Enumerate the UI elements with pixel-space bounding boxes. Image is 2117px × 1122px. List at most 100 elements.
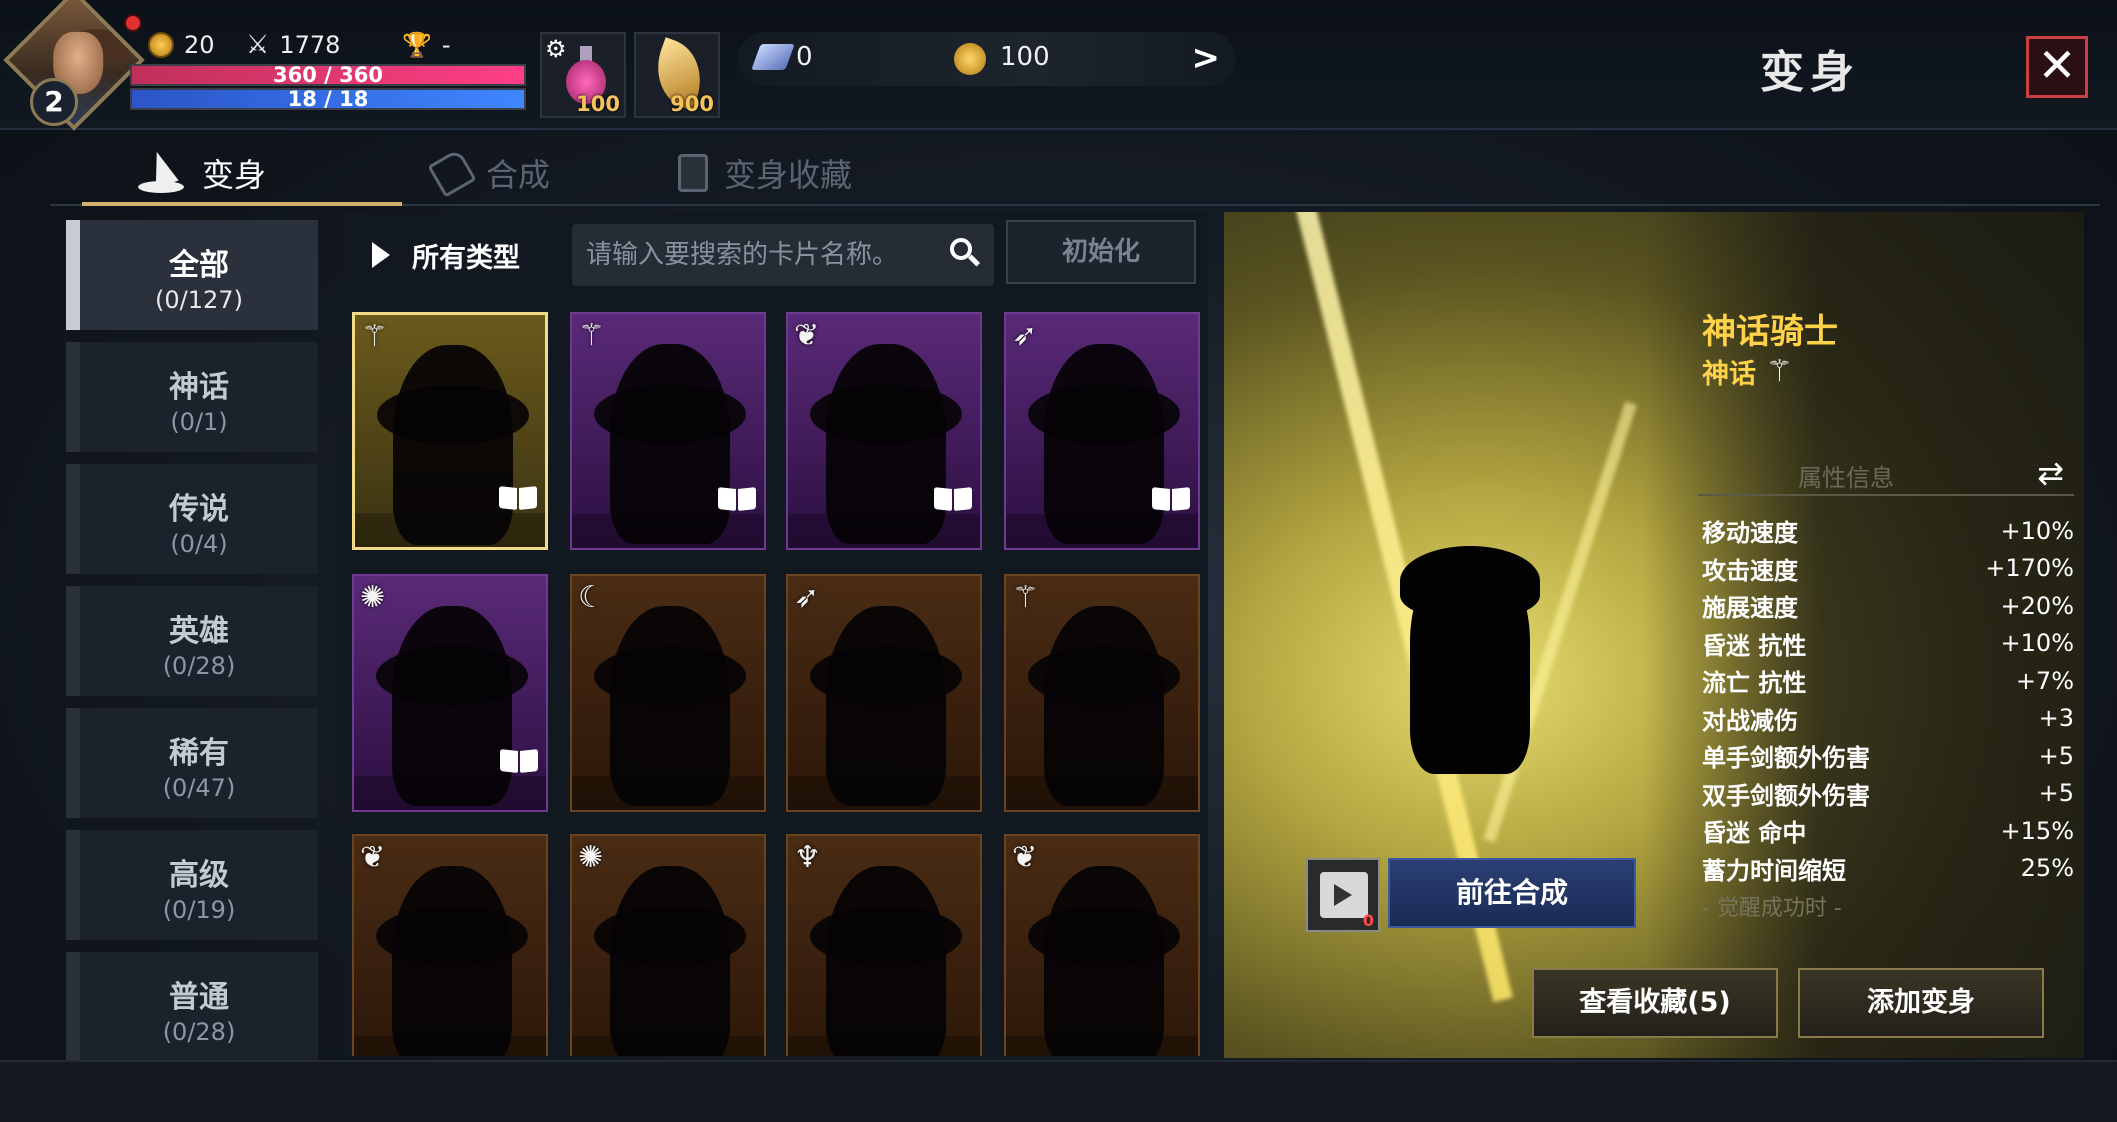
property-value: +20% (2000, 591, 2074, 620)
category-advanced[interactable]: 高级 (0/19) (66, 830, 318, 940)
add-transform-button[interactable]: 添加变身 (1798, 968, 2044, 1038)
transform-card[interactable]: ♆ (786, 834, 982, 1056)
property-name: 移动速度 (1702, 519, 1798, 548)
player-avatar[interactable]: 2 (3, 0, 145, 131)
potion-slot[interactable]: ⚙ 100 (540, 32, 626, 118)
hp-bar: 360 / 360 (130, 63, 526, 87)
open-book-icon (500, 750, 538, 774)
properties-title: 属性信息 (1798, 464, 1894, 492)
chevron-right-icon[interactable]: > (1192, 38, 1221, 78)
card-silhouette (1044, 866, 1164, 1056)
divider (1698, 494, 2074, 496)
property-row: 攻击速度 +170% (1702, 550, 2074, 588)
transform-card[interactable]: ❦ (786, 312, 982, 550)
currency-bar[interactable]: 0 100 > (738, 32, 1236, 86)
transform-grade: 神话 ⚚ (1702, 352, 1793, 391)
mp-bar: 18 / 18 (130, 87, 526, 111)
type-filter-dropdown[interactable]: 所有类型 (372, 224, 520, 286)
transform-card[interactable]: ➶ (1004, 312, 1200, 550)
transform-card[interactable]: ❦ (1004, 834, 1200, 1056)
tab-synthesis[interactable]: 合成 (427, 140, 550, 206)
search-icon[interactable] (950, 238, 981, 267)
class-emblem-icon: ☾ (578, 580, 605, 615)
open-book-icon (934, 488, 972, 512)
category-normal[interactable]: 普通 (0/28) (66, 952, 318, 1062)
class-emblem-icon: ⚚ (1766, 354, 1793, 389)
category-count: (0/127) (155, 286, 243, 314)
category-name: 全部 (169, 248, 229, 283)
property-row: 流亡 抗性 +7% (1702, 662, 2074, 700)
category-mythic[interactable]: 神话 (0/1) (66, 342, 318, 452)
leaf-count: 900 (670, 92, 714, 116)
open-book-icon (718, 488, 756, 512)
gold-coin-icon (954, 43, 986, 75)
class-emblem-icon: ❦ (360, 840, 386, 875)
category-count: (0/19) (162, 896, 236, 924)
synthesis-tool-icon (427, 148, 477, 198)
tab-collection[interactable]: 变身收藏 (678, 140, 852, 206)
card-silhouette (610, 344, 730, 544)
coin-icon (148, 32, 174, 58)
open-book-icon (1152, 488, 1190, 512)
transform-card[interactable]: ✺ (570, 834, 766, 1056)
transform-name: 神话骑士 (1702, 312, 1838, 352)
tab-bar: 变身 合成 变身收藏 (50, 140, 2100, 206)
transform-card[interactable]: ⚚ (1004, 574, 1200, 812)
hp-text: 360 / 360 (273, 63, 383, 87)
property-value: +10% (2000, 516, 2074, 545)
close-button[interactable]: ✕ (2026, 36, 2088, 98)
card-silhouette (826, 606, 946, 806)
potion-count: 100 (576, 92, 620, 116)
category-count: (0/4) (170, 530, 228, 558)
category-name: 神话 (169, 370, 229, 405)
tab-transform[interactable]: 变身 (136, 140, 266, 206)
property-name: 昏迷 抗性 (1702, 631, 1807, 660)
notification-dot (124, 14, 142, 32)
reset-button[interactable]: 初始化 (1006, 220, 1196, 284)
crystal-icon (751, 44, 795, 70)
view-collection-button[interactable]: 查看收藏(5) (1532, 968, 1778, 1038)
transform-card[interactable]: ☾ (570, 574, 766, 812)
class-emblem-icon: ➶ (794, 580, 820, 615)
transform-card[interactable]: ➶ (786, 574, 982, 812)
combat-power-value: 1778 (279, 31, 341, 59)
property-row: 昏迷 命中 +15% (1702, 812, 2074, 850)
property-name: 双手剑额外伤害 (1702, 781, 1870, 810)
transform-card[interactable]: ⚚ (352, 312, 548, 550)
category-legend[interactable]: 传说 (0/4) (66, 464, 318, 574)
category-rare[interactable]: 稀有 (0/47) (66, 708, 318, 818)
category-name: 传说 (169, 492, 229, 527)
search-input[interactable] (586, 236, 946, 274)
property-name: 流亡 抗性 (1702, 669, 1807, 698)
gear-icon[interactable]: ⚙ (545, 35, 567, 63)
awaken-note: - 觉醒成功时 - (1702, 896, 1842, 921)
transform-card[interactable]: ✺ (352, 574, 548, 812)
category-hero[interactable]: 英雄 (0/28) (66, 586, 318, 696)
property-row: 蓄力时间缩短 25% (1702, 850, 2074, 888)
transform-scroll-item[interactable]: 0 (1306, 858, 1380, 932)
property-value: 25% (2020, 854, 2074, 883)
property-name: 昏迷 命中 (1702, 819, 1807, 848)
property-value: +5 (2038, 779, 2074, 808)
category-all[interactable]: 全部 (0/127) (66, 220, 318, 330)
search-box[interactable] (572, 224, 994, 286)
category-name: 英雄 (169, 614, 229, 649)
card-silhouette (1044, 344, 1164, 544)
scroll-count: 0 (1362, 911, 1374, 930)
card-silhouette (1044, 606, 1164, 806)
page-title: 变身 (1760, 47, 1860, 98)
transform-card[interactable]: ❦ (352, 834, 548, 1056)
property-row: 施展速度 +20% (1702, 587, 2074, 625)
player-level-badge: 2 (30, 78, 78, 126)
property-name: 蓄力时间缩短 (1702, 856, 1846, 885)
property-row: 双手剑额外伤害 +5 (1702, 775, 2074, 813)
swap-arrows-icon[interactable]: ⇄ (2037, 454, 2064, 492)
leaf-slot[interactable]: 900 (634, 32, 720, 118)
tab-label: 变身 (202, 156, 267, 194)
class-emblem-icon: ⚚ (1012, 580, 1039, 615)
wizard-hat-icon (136, 148, 186, 195)
property-name: 单手剑额外伤害 (1702, 744, 1870, 773)
goto-synthesis-button[interactable]: 前往合成 (1388, 858, 1636, 928)
transform-card[interactable]: ⚚ (570, 312, 766, 550)
card-silhouette (610, 606, 730, 806)
